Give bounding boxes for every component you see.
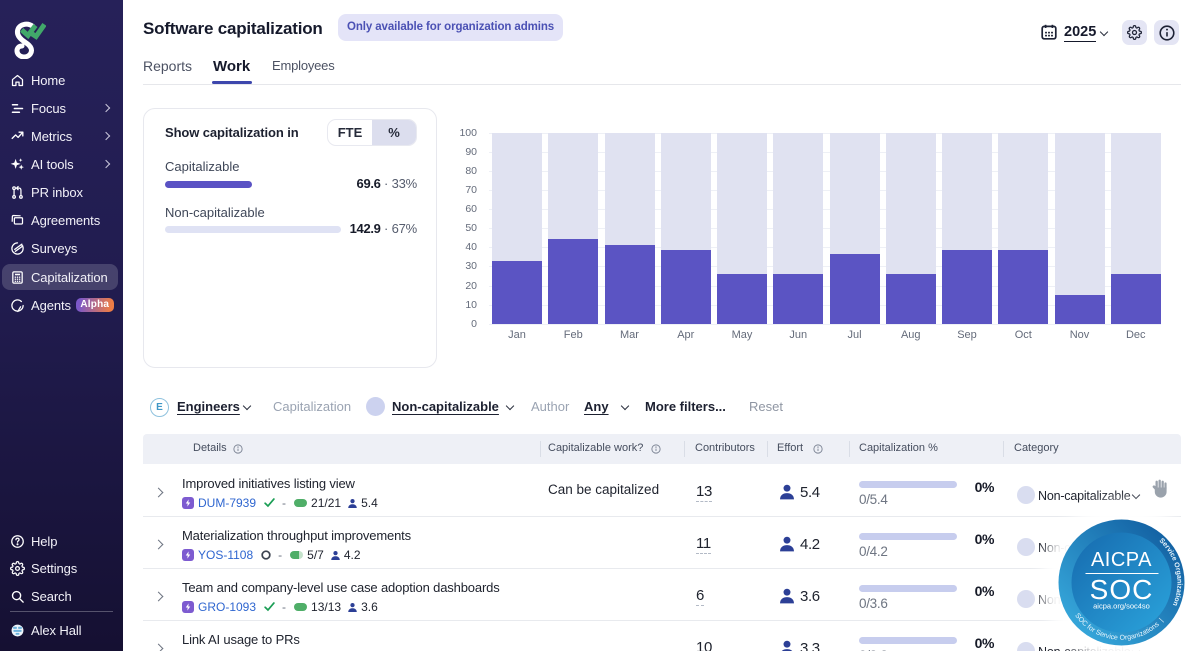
svg-text:SOC: SOC	[1090, 574, 1154, 605]
svg-text:AICPA: AICPA	[1091, 549, 1152, 571]
svg-text:aicpa.org/soc4so: aicpa.org/soc4so	[1093, 602, 1150, 611]
